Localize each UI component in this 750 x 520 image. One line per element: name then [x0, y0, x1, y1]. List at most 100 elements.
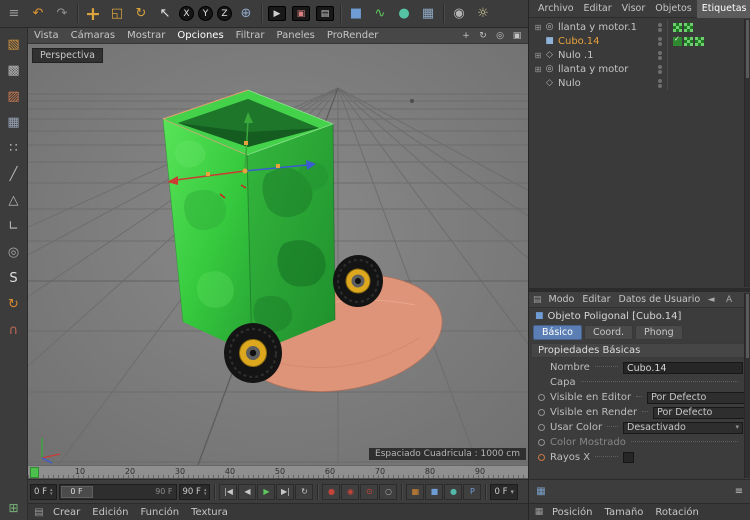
- object-row-nulo-1[interactable]: ⊞ ◇ Nulo .1: [529, 48, 750, 62]
- current-frame-marker[interactable]: [30, 467, 39, 478]
- section-header[interactable]: Propiedades Básicas: [531, 343, 749, 358]
- render-picture-viewer-icon[interactable]: ▣: [289, 1, 313, 27]
- toolbar-button[interactable]: [74, 1, 81, 27]
- pan-view-icon[interactable]: +: [459, 30, 473, 42]
- check-tag[interactable]: [673, 37, 682, 46]
- object-type-icon[interactable]: ◎: [543, 64, 556, 74]
- scene-box[interactable]: [163, 90, 335, 354]
- editor-visibility-dot[interactable]: [658, 37, 662, 41]
- edges-mode-icon[interactable]: ╱: [1, 161, 27, 187]
- goto-end-button[interactable]: ▶|: [276, 484, 294, 500]
- vp-menu-vista[interactable]: Vista: [28, 28, 65, 44]
- spin-arrows[interactable]: ▴ ▾: [50, 488, 53, 496]
- render-visibility-dot[interactable]: [658, 84, 662, 88]
- points-mode-icon[interactable]: ∷: [1, 135, 27, 161]
- am-tab-editar[interactable]: Editar: [578, 292, 614, 308]
- key-parameter-button[interactable]: P: [463, 484, 481, 500]
- field-dropdown[interactable]: Por Defecto ▾: [647, 392, 750, 404]
- visibility-dots[interactable]: [653, 37, 667, 46]
- orbit-view-icon[interactable]: ↻: [476, 30, 490, 42]
- y-axis-lock-button[interactable]: Y: [196, 1, 215, 27]
- field-checkbox[interactable]: [623, 452, 634, 463]
- main-menu-icon[interactable]: ≡: [2, 1, 26, 27]
- polygons-mode-icon[interactable]: △: [1, 187, 27, 213]
- object-label[interactable]: Nulo .1: [556, 50, 653, 61]
- toolbar-button[interactable]: [337, 1, 344, 27]
- history-arrow-icon[interactable]: ◄: [704, 294, 718, 306]
- tab-coord[interactable]: Coord.: [584, 325, 633, 340]
- loop-button[interactable]: ↻: [295, 484, 313, 500]
- om-menu-archivo[interactable]: Archivo: [533, 0, 579, 18]
- object-label[interactable]: llanta y motor.1: [556, 22, 653, 33]
- tex-tag[interactable]: [695, 37, 704, 46]
- magnet-icon[interactable]: ∩: [1, 317, 27, 343]
- enable-axis-icon[interactable]: ↻: [1, 291, 27, 317]
- spin-arrows[interactable]: ▴ ▾: [204, 488, 207, 496]
- vp-menu-camaras[interactable]: Cámaras: [65, 28, 121, 44]
- text-size-icon[interactable]: A: [722, 294, 736, 306]
- editor-visibility-dot[interactable]: [658, 79, 662, 83]
- object-row-cubo-14[interactable]: ■ Cubo.14: [529, 34, 750, 48]
- key-scale-button[interactable]: ■: [425, 484, 443, 500]
- object-type-icon[interactable]: ■: [543, 36, 556, 46]
- menu-posicion[interactable]: Posición: [546, 504, 599, 520]
- viewport-canvas[interactable]: Perspectiva Espaciado Cuadricula : 1000 …: [28, 44, 528, 465]
- coordinate-system-icon[interactable]: ⊕: [234, 1, 258, 27]
- viewport-label[interactable]: Perspectiva: [32, 48, 103, 63]
- render-settings-icon[interactable]: ▤: [313, 1, 337, 27]
- om-menu-etiquetas[interactable]: Etiquetas: [697, 0, 750, 18]
- timeline-slider-handle[interactable]: 0 F: [61, 486, 93, 498]
- am-tab-modo[interactable]: Modo: [545, 292, 579, 308]
- tex-tag[interactable]: [684, 23, 693, 32]
- key-rotation-button[interactable]: ●: [444, 484, 462, 500]
- attribute-manager-scrollbar[interactable]: [744, 293, 750, 478]
- visibility-dots[interactable]: [653, 51, 667, 60]
- autokey-button[interactable]: ◉: [341, 484, 359, 500]
- toolbar-button[interactable]: [258, 1, 265, 27]
- am-tab-datos-de-usuario[interactable]: Datos de Usuario: [615, 292, 705, 308]
- keyframe-dot-icon[interactable]: [538, 439, 545, 446]
- object-row-nulo[interactable]: ◇ Nulo: [529, 76, 750, 90]
- render-camera-icon[interactable]: ◉: [447, 1, 471, 27]
- om-menu-visor[interactable]: Visor: [617, 0, 651, 18]
- snap-icon[interactable]: S: [1, 265, 27, 291]
- render-visibility-dot[interactable]: [658, 28, 662, 32]
- viewport-solo-icon[interactable]: ◎: [1, 239, 27, 265]
- field-dropdown[interactable]: Desactivado ▾: [623, 422, 743, 434]
- texture-mode-icon[interactable]: ▨: [1, 83, 27, 109]
- keyframe-dot-icon[interactable]: [538, 454, 545, 461]
- z-axis-lock-button[interactable]: Z: [215, 1, 234, 27]
- object-row-llanta-y-motor[interactable]: ⊞ ◎ llanta y motor: [529, 62, 750, 76]
- spin-down-icon[interactable]: ▾: [50, 492, 53, 496]
- zoom-view-icon[interactable]: ◎: [493, 30, 507, 42]
- expand-toggle-icon[interactable]: ⊞: [533, 23, 543, 32]
- redo-icon[interactable]: ↷: [50, 1, 74, 27]
- rotate-tool-icon[interactable]: ↻: [129, 1, 153, 27]
- x-axis-lock-button[interactable]: X: [177, 1, 196, 27]
- menu-edicion[interactable]: Edición: [86, 504, 134, 520]
- editor-visibility-dot[interactable]: [658, 65, 662, 69]
- visibility-dots[interactable]: [653, 23, 667, 32]
- vp-menu-filtrar[interactable]: Filtrar: [230, 28, 271, 44]
- object-type-icon[interactable]: ◇: [543, 50, 556, 60]
- vp-menu-prorender[interactable]: ProRender: [321, 28, 384, 44]
- add-cube-icon[interactable]: ■: [344, 1, 368, 27]
- tab-basico[interactable]: Básico: [533, 325, 582, 340]
- workplane-grid-icon[interactable]: ⊞: [1, 499, 27, 517]
- tex-tag[interactable]: [673, 23, 682, 32]
- visibility-dots[interactable]: [653, 79, 667, 88]
- axis-mode-icon[interactable]: ∟: [1, 213, 27, 239]
- record-selection-button[interactable]: ⊙: [360, 484, 378, 500]
- scale-tool-icon[interactable]: ◱: [105, 1, 129, 27]
- live-selection-icon[interactable]: ↖: [153, 1, 177, 27]
- visibility-dots[interactable]: [653, 65, 667, 74]
- vp-menu-mostrar[interactable]: Mostrar: [121, 28, 171, 44]
- render-view-icon[interactable]: ▶: [265, 1, 289, 27]
- object-type-icon[interactable]: ◎: [543, 22, 556, 32]
- menu-rotacion[interactable]: Rotación: [649, 504, 704, 520]
- render-visibility-dot[interactable]: [658, 70, 662, 74]
- expand-toggle-icon[interactable]: ⊞: [533, 51, 543, 60]
- goto-start-button[interactable]: |◀: [219, 484, 237, 500]
- field-text-input[interactable]: Cubo.14: [623, 362, 743, 374]
- make-editable-icon[interactable]: ▧: [1, 31, 27, 57]
